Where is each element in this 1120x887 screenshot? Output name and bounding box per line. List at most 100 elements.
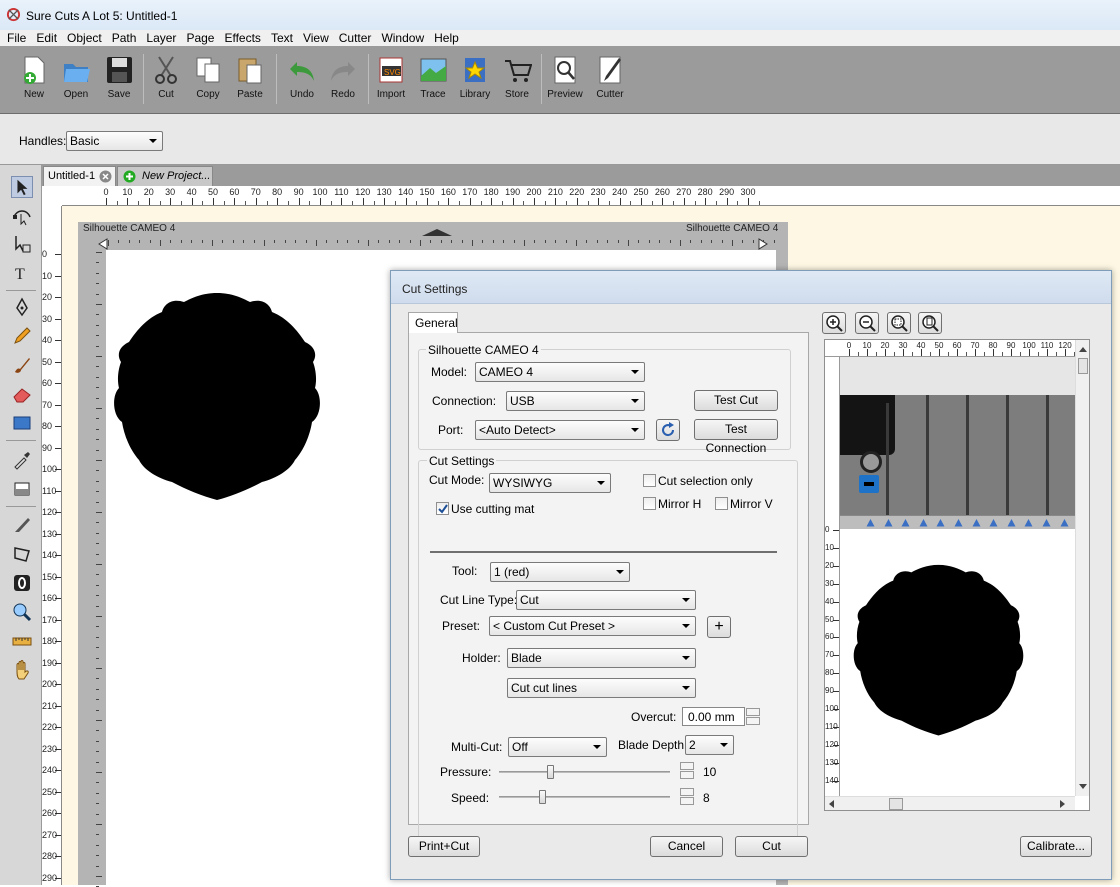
preview-button[interactable]: Preview	[544, 54, 586, 100]
library-button[interactable]: Library	[454, 54, 496, 100]
preset-dropdown[interactable]: < Custom Cut Preset >	[489, 616, 696, 636]
spin-down-icon[interactable]	[680, 797, 694, 805]
trace-button[interactable]: Trace	[412, 54, 454, 100]
spin-up-icon[interactable]	[680, 788, 694, 796]
pen-tool-icon[interactable]	[11, 296, 33, 318]
store-button[interactable]: Store	[496, 54, 538, 100]
redo-button[interactable]: Redo	[322, 54, 364, 100]
ruler-tool-icon[interactable]	[11, 630, 33, 652]
menu-path[interactable]: Path	[107, 30, 142, 46]
cut-button[interactable]: Cut	[735, 836, 808, 857]
test-cut-button[interactable]: Test Cut	[694, 390, 778, 411]
close-tab-icon[interactable]	[99, 170, 112, 183]
cancel-button[interactable]: Cancel	[650, 836, 723, 857]
transform-arrow-icon[interactable]	[11, 233, 33, 255]
pressure-slider-track[interactable]	[499, 771, 670, 773]
menu-object[interactable]: Object	[62, 30, 107, 46]
pressure-spinner[interactable]	[680, 762, 694, 779]
zoom-in-button[interactable]	[822, 312, 846, 334]
mirror-v-checkbox[interactable]	[715, 497, 728, 510]
menu-effects[interactable]: Effects	[219, 30, 265, 46]
multi-cut-dropdown[interactable]: Off	[508, 737, 607, 757]
vertical-scroll-thumb[interactable]	[1078, 358, 1088, 374]
print-cut-button[interactable]: Print+Cut	[408, 836, 480, 857]
spin-up-icon[interactable]	[680, 762, 694, 770]
zoom-page-button[interactable]	[918, 312, 942, 334]
new-button[interactable]: New	[13, 54, 55, 100]
tab-new-project[interactable]: New Project...	[117, 166, 213, 186]
zoom-out-button[interactable]	[855, 312, 879, 334]
polygon-tool-icon[interactable]	[11, 543, 33, 565]
port-dropdown[interactable]: <Auto Detect>	[475, 420, 645, 440]
spin-down-icon[interactable]	[746, 717, 760, 725]
handles-dropdown[interactable]: Basic	[66, 131, 163, 151]
cut-mode-dropdown[interactable]: WYSIWYG	[489, 473, 611, 493]
hand-pan-icon[interactable]	[11, 659, 33, 681]
holder-dropdown[interactable]: Blade	[507, 648, 696, 668]
preview-horizontal-scrollbar[interactable]	[825, 796, 1075, 810]
knife-tool-icon[interactable]	[11, 514, 33, 536]
pencil-tool-icon[interactable]	[11, 325, 33, 347]
calibrate-button[interactable]: Calibrate...	[1020, 836, 1092, 857]
rectangle-tool-icon[interactable]	[11, 412, 33, 434]
horizontal-scroll-thumb[interactable]	[889, 798, 903, 810]
add-preset-button[interactable]: +	[707, 616, 731, 638]
model-dropdown[interactable]: CAMEO 4	[475, 362, 645, 382]
select-arrow-icon[interactable]	[11, 176, 33, 198]
cutter-button[interactable]: Cutter	[589, 54, 631, 100]
blade-depth-dropdown[interactable]: 2	[685, 735, 734, 755]
zoom-tool-icon[interactable]	[11, 601, 33, 623]
menu-layer[interactable]: Layer	[141, 30, 181, 46]
preview-vertical-scrollbar[interactable]	[1075, 340, 1089, 796]
spin-down-icon[interactable]	[680, 771, 694, 779]
contour-tool-icon[interactable]	[11, 572, 33, 594]
cut-line-type-dropdown[interactable]: Cut	[516, 590, 696, 610]
menu-help[interactable]: Help	[429, 30, 464, 46]
ruler-minor-tick	[608, 201, 610, 205]
spin-up-icon[interactable]	[746, 708, 760, 716]
scroll-left-icon[interactable]	[828, 800, 834, 808]
brush-tool-icon[interactable]	[11, 354, 33, 376]
use-cutting-mat-checkbox[interactable]	[436, 502, 449, 515]
eyedropper-icon[interactable]	[11, 449, 33, 471]
tab-untitled-1[interactable]: Untitled-1	[43, 166, 116, 186]
tool-dropdown[interactable]: 1 (red)	[490, 562, 630, 582]
refresh-port-button[interactable]	[656, 419, 680, 441]
scroll-up-icon[interactable]	[1079, 346, 1087, 352]
save-button[interactable]: Save	[98, 54, 140, 100]
scroll-down-icon[interactable]	[1079, 784, 1087, 790]
pressure-slider-thumb[interactable]	[547, 765, 555, 779]
test-connection-button[interactable]: Test Connection	[694, 419, 778, 455]
menu-window[interactable]: Window	[376, 30, 429, 46]
silhouette-shape[interactable]	[112, 290, 322, 505]
overcut-spinner[interactable]	[746, 708, 760, 725]
import-button[interactable]: SVG Import	[370, 54, 412, 100]
undo-button[interactable]: Undo	[281, 54, 323, 100]
node-edit-icon[interactable]	[11, 205, 33, 227]
mirror-h-checkbox[interactable]	[643, 497, 656, 510]
speed-spinner[interactable]	[680, 788, 694, 805]
menu-view[interactable]: View	[298, 30, 334, 46]
copy-button[interactable]: Copy	[187, 54, 229, 100]
text-tool-icon[interactable]: T	[11, 262, 33, 284]
menu-edit[interactable]: Edit	[31, 30, 62, 46]
fill-rectangle-icon[interactable]	[11, 478, 33, 500]
speed-slider-thumb[interactable]	[538, 790, 546, 804]
open-button[interactable]: Open	[55, 54, 97, 100]
speed-slider-track[interactable]	[499, 796, 670, 798]
menu-cutter[interactable]: Cutter	[334, 30, 377, 46]
ruler-label: 0	[846, 341, 852, 350]
cut-selection-only-checkbox[interactable]	[643, 474, 656, 487]
overcut-input[interactable]: 0.00 mm	[682, 707, 745, 726]
tab-general[interactable]: General	[408, 312, 458, 333]
cut-button[interactable]: Cut	[145, 54, 187, 100]
menu-file[interactable]: File	[0, 30, 31, 46]
zoom-fit-button[interactable]	[887, 312, 911, 334]
menu-page[interactable]: Page	[181, 30, 219, 46]
menu-text[interactable]: Text	[266, 30, 298, 46]
scroll-right-icon[interactable]	[1060, 800, 1066, 808]
eraser-tool-icon[interactable]	[11, 383, 33, 405]
paste-button[interactable]: Paste	[229, 54, 271, 100]
connection-dropdown[interactable]: USB	[506, 391, 645, 411]
cut-lines-dropdown[interactable]: Cut cut lines	[507, 678, 696, 698]
